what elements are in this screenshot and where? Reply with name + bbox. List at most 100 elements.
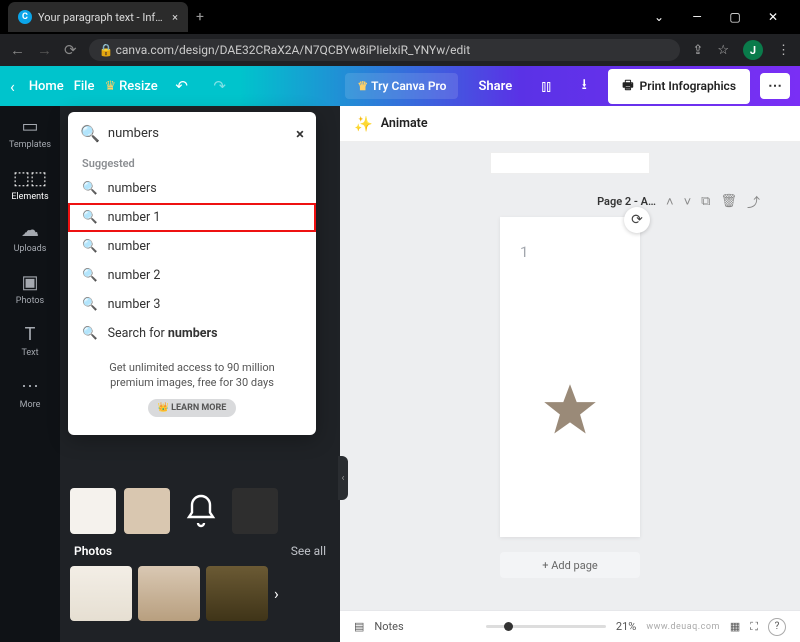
page-down-icon[interactable]: ˅ [684,194,692,210]
photos-label: Photos [74,544,112,558]
reload-icon[interactable]: ⟳ [64,41,77,59]
photo-thumb[interactable] [70,566,132,621]
close-icon[interactable]: ✕ [758,10,788,24]
window-controls: ⌄ ― ▢ ✕ [644,10,800,24]
rail-uploads[interactable]: ☁Uploads [14,220,47,254]
canvas-toolbar: ✨ Animate [340,106,800,142]
fullscreen-icon[interactable]: ⛶ [750,620,758,634]
crown-icon: ♛ [357,79,368,93]
thumb-item[interactable] [124,488,170,534]
notes-button[interactable]: Notes [374,620,403,633]
design-page[interactable]: ⟳ 1 [500,217,640,537]
suggested-label: Suggested [68,147,316,174]
share-page-icon[interactable]: ⤴ [747,192,760,211]
photo-thumb[interactable] [206,566,268,621]
duplicate-page-icon[interactable]: ⧉ [701,194,710,209]
share-page-icon[interactable]: ⇪ [692,43,703,58]
browser-tab[interactable]: C Your paragraph text - Infographi × [8,2,188,32]
delete-page-icon[interactable]: 🗑 [720,194,737,209]
search-icon: 🔍 [82,268,98,283]
share-button[interactable]: Share [468,73,522,100]
side-rail: ▭Templates ⬚⬚Elements ☁Uploads ▣Photos T… [0,106,60,642]
rail-templates[interactable]: ▭Templates [9,116,51,150]
suggestion-item[interactable]: 🔍number 2 [68,261,316,290]
thumb-bell[interactable] [178,488,224,534]
search-input[interactable] [108,126,288,141]
see-all-link[interactable]: See all [291,544,326,558]
resize-button[interactable]: ♛Resize [104,79,157,94]
main-row: ▭Templates ⬚⬚Elements ☁Uploads ▣Photos T… [0,106,800,642]
thumb-item[interactable] [232,488,278,534]
page-number: 1 [520,243,528,261]
bottom-bar: ▤ Notes 21% www.deuaq.com ▦ ⛶ ? [340,610,800,642]
canvas-area: ✨ Animate Page 2 - A… ˄ ˅ ⧉ 🗑 ⤴ ⟳ 1 + Ad… [340,106,800,642]
home-link[interactable]: Home [29,79,64,94]
suggestion-item[interactable]: 🔍number 3 [68,290,316,319]
grid-view-icon[interactable]: ▦ [730,620,740,633]
search-icon: 🔍 [82,210,98,225]
lock-icon: 🔒 [99,43,110,57]
panel-collapse-handle[interactable]: ‹ [338,456,348,500]
try-pro-button[interactable]: ♛Try Canva Pro [345,73,458,99]
page-label[interactable]: Page 2 - A… [597,195,656,208]
learn-more-button[interactable]: LEARN MORE [148,399,237,418]
chevron-down-icon[interactable]: ⌄ [644,10,674,24]
prev-page-sliver [490,152,650,174]
notes-icon: ▤ [354,620,364,633]
search-icon: 🔍 [82,297,98,312]
back-icon[interactable]: ← [10,41,25,59]
search-icon: 🔍 [82,326,98,341]
browser-titlebar: C Your paragraph text - Infographi × + ⌄… [0,0,800,34]
promo-text: Get unlimited access to 90 million premi… [68,348,316,421]
rail-text[interactable]: TText [21,324,38,358]
search-icon: 🔍 [82,239,98,254]
templates-icon: ▭ [21,116,38,137]
redo-icon[interactable]: ↷ [206,77,234,95]
search-row: 🔍 × [68,120,316,147]
minimize-icon[interactable]: ― [682,10,712,24]
photos-icon: ▣ [21,272,38,293]
add-page-button[interactable]: + Add page [500,552,640,578]
rail-photos[interactable]: ▣Photos [16,272,44,306]
photos-next-icon[interactable]: › [274,584,279,603]
star-shape[interactable] [542,382,598,438]
maximize-icon[interactable]: ▢ [720,10,750,24]
canva-topbar: ‹ Home File ♛Resize ↶ ↷ ♛Try Canva Pro S… [0,66,800,106]
download-icon[interactable]: ⭳ [570,74,598,99]
animate-button[interactable]: Animate [381,116,428,131]
help-icon[interactable]: ? [768,618,786,636]
rail-more[interactable]: ⋯More [20,376,41,410]
suggestion-item[interactable]: 🔍numbers [68,174,316,203]
thumb-item[interactable] [70,488,116,534]
page-up-icon[interactable]: ˄ [666,194,674,210]
print-button[interactable]: 🖶Print Infographics [608,69,750,104]
tab-title: Your paragraph text - Infographi [38,11,166,24]
suggestion-item[interactable]: 🔍number [68,232,316,261]
url-text: canva.com/design/DAE32CRaX2A/N7QCBYw8iPI… [116,43,471,57]
topbar-back-icon[interactable]: ‹ [10,77,15,96]
zoom-value[interactable]: 21% [616,620,636,633]
insights-icon[interactable]: ⫾⫾ [532,77,560,95]
printer-icon: 🖶 [622,76,633,97]
file-menu[interactable]: File [74,79,95,94]
undo-icon[interactable]: ↶ [168,77,196,95]
profile-avatar[interactable]: J [743,40,763,60]
search-for-item[interactable]: 🔍Search for numbers [68,319,316,348]
elements-panel: Photos See all › 🔍 × Suggested 🔍numbers … [60,106,340,642]
photo-thumb[interactable] [138,566,200,621]
clear-search-icon[interactable]: × [296,125,304,143]
new-tab-button[interactable]: + [196,9,204,25]
page-controls: Page 2 - A… ˄ ˅ ⧉ 🗑 ⤴ [597,192,760,211]
forward-icon[interactable]: → [37,41,52,59]
refresh-icon[interactable]: ⟳ [624,207,650,233]
url-box[interactable]: 🔒 canva.com/design/DAE32CRaX2A/N7QCBYw8i… [89,39,681,61]
more-icon: ⋯ [21,376,39,397]
suggestion-item[interactable]: 🔍number 1 [68,203,316,232]
rail-elements[interactable]: ⬚⬚Elements [11,168,48,202]
kebab-icon[interactable]: ⋮ [777,43,790,58]
close-tab-icon[interactable]: × [172,11,178,24]
more-menu-button[interactable]: ⋯ [760,73,790,99]
star-icon[interactable]: ☆ [717,43,729,58]
canvas-main[interactable]: Page 2 - A… ˄ ˅ ⧉ 🗑 ⤴ ⟳ 1 + Add page [340,142,800,610]
zoom-slider[interactable] [486,625,606,628]
